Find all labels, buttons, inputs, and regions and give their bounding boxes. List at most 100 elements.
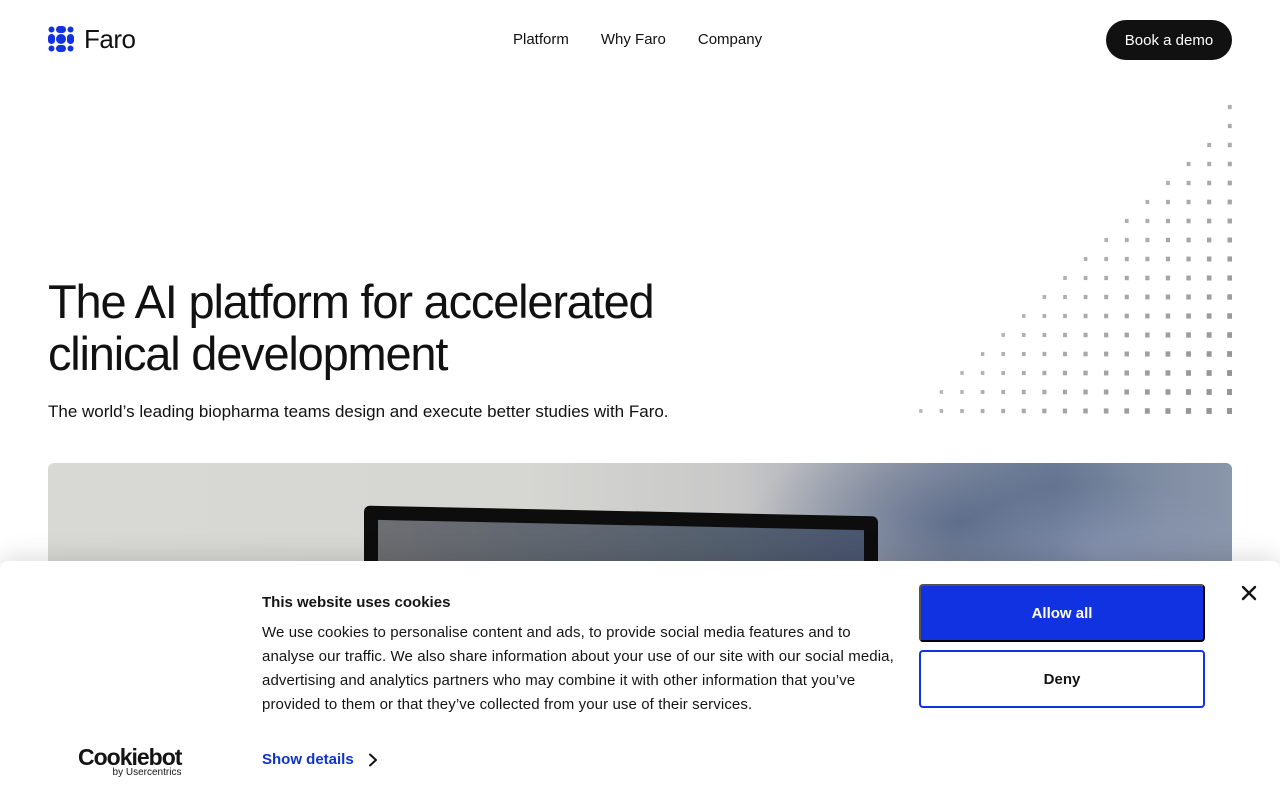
pattern-dot [1206, 370, 1212, 376]
pattern-dot [1042, 351, 1047, 357]
pattern-dot [1042, 295, 1047, 299]
pattern-dot [1145, 313, 1150, 319]
pattern-dot [1062, 351, 1067, 357]
pattern-dot [1227, 256, 1232, 262]
pattern-dot [1145, 218, 1150, 224]
pattern-dot [1124, 389, 1130, 395]
pattern-dot [1227, 389, 1232, 395]
pattern-dot [1001, 370, 1006, 376]
cookie-title: This website uses cookies [262, 594, 451, 611]
deny-button[interactable]: Deny [919, 650, 1205, 708]
pattern-dot [1165, 275, 1171, 281]
pattern-dot [1165, 332, 1171, 338]
pattern-dot [1227, 237, 1232, 243]
pattern-dot [1206, 389, 1212, 395]
pattern-dot [1166, 199, 1170, 205]
show-details-label: Show details [262, 751, 354, 768]
pattern-dot [1145, 256, 1150, 262]
pattern-dot [1165, 218, 1170, 224]
pattern-dot [1186, 313, 1191, 319]
pattern-dot [1103, 370, 1109, 376]
chevron-right-icon [368, 753, 377, 766]
pattern-dot [1165, 294, 1171, 300]
pattern-dot [1165, 256, 1171, 262]
pattern-dot [1145, 199, 1150, 205]
pattern-dot [1124, 370, 1130, 376]
pattern-dot [1104, 332, 1109, 338]
pattern-dot [1104, 237, 1109, 243]
pattern-dot [1227, 161, 1232, 167]
pattern-dot [1166, 180, 1170, 186]
pattern-dot [1206, 332, 1212, 338]
pattern-dot [1104, 351, 1109, 357]
nav-company[interactable]: Company [698, 31, 762, 49]
show-details-link[interactable]: Show details [262, 751, 378, 768]
pattern-dot [1104, 275, 1109, 281]
pattern-dot [1227, 218, 1232, 224]
pattern-dot [1083, 332, 1088, 338]
pattern-dot [1124, 256, 1129, 262]
pattern-dot [1186, 351, 1191, 357]
pattern-dot [1206, 408, 1212, 414]
pattern-dot [1124, 332, 1129, 338]
pattern-dot [1083, 275, 1088, 281]
cookie-text: We use cookies to personalise content an… [262, 624, 894, 713]
pattern-dot [1063, 313, 1067, 319]
pattern-dot [1207, 180, 1212, 186]
pattern-dot [1063, 294, 1067, 300]
pattern-dot [1206, 351, 1212, 357]
pattern-dot [919, 409, 923, 413]
brand-logo[interactable]: Faro [48, 26, 136, 52]
pattern-dot [1124, 275, 1129, 281]
pattern-dot [1186, 332, 1191, 338]
pattern-dot [1104, 294, 1109, 300]
pattern-dot [1206, 313, 1212, 319]
pattern-dot [1144, 389, 1150, 395]
pattern-dot [1165, 370, 1171, 376]
pattern-dot [939, 409, 944, 413]
pattern-dot [1124, 313, 1129, 319]
nav-why-faro[interactable]: Why Faro [601, 31, 666, 49]
pattern-dot [1165, 408, 1171, 414]
pattern-dot [1206, 294, 1212, 300]
site-header: Faro Platform Why Faro Company Book a de… [0, 0, 1280, 80]
nav-platform[interactable]: Platform [513, 31, 569, 49]
pattern-dot [1206, 256, 1212, 262]
pattern-dot [1145, 237, 1150, 243]
pattern-dot [939, 390, 944, 394]
pattern-dot [1124, 351, 1129, 357]
allow-all-button[interactable]: Allow all [919, 584, 1205, 642]
pattern-dot [980, 352, 985, 356]
pattern-dot [1227, 370, 1232, 376]
pattern-dot [1185, 408, 1192, 414]
pattern-dot [1227, 104, 1232, 110]
pattern-dot [1021, 389, 1026, 395]
pattern-dot [1227, 332, 1232, 338]
book-demo-button[interactable]: Book a demo [1106, 20, 1232, 60]
pattern-dot [1227, 142, 1232, 148]
pattern-dot [1021, 332, 1026, 338]
pattern-dot [1165, 237, 1171, 243]
pattern-dot [1042, 332, 1047, 338]
pattern-dot [980, 371, 985, 375]
pattern-dot [1207, 199, 1212, 205]
pattern-dot [1145, 332, 1150, 338]
pattern-dot [1083, 408, 1088, 414]
pattern-dot [1207, 161, 1212, 167]
pattern-dot [1042, 370, 1047, 376]
dot-pattern-graphic [919, 104, 1232, 414]
pattern-dot [1103, 408, 1109, 414]
pattern-dot [960, 408, 964, 414]
pattern-dot [1103, 389, 1109, 395]
close-button[interactable] [1238, 582, 1260, 604]
hero-title: The AI platform for accelerated clinical… [48, 276, 768, 380]
pattern-dot [1001, 408, 1006, 414]
pattern-dot [1186, 294, 1191, 300]
pattern-dot [1083, 294, 1088, 300]
pattern-dot [1227, 408, 1232, 414]
pattern-dot [1083, 256, 1088, 262]
pattern-dot [1124, 237, 1129, 243]
cookiebot-logo[interactable]: Cookiebot by Usercentrics [78, 745, 182, 778]
pattern-dot [1063, 332, 1067, 338]
pattern-dot [1021, 370, 1026, 376]
